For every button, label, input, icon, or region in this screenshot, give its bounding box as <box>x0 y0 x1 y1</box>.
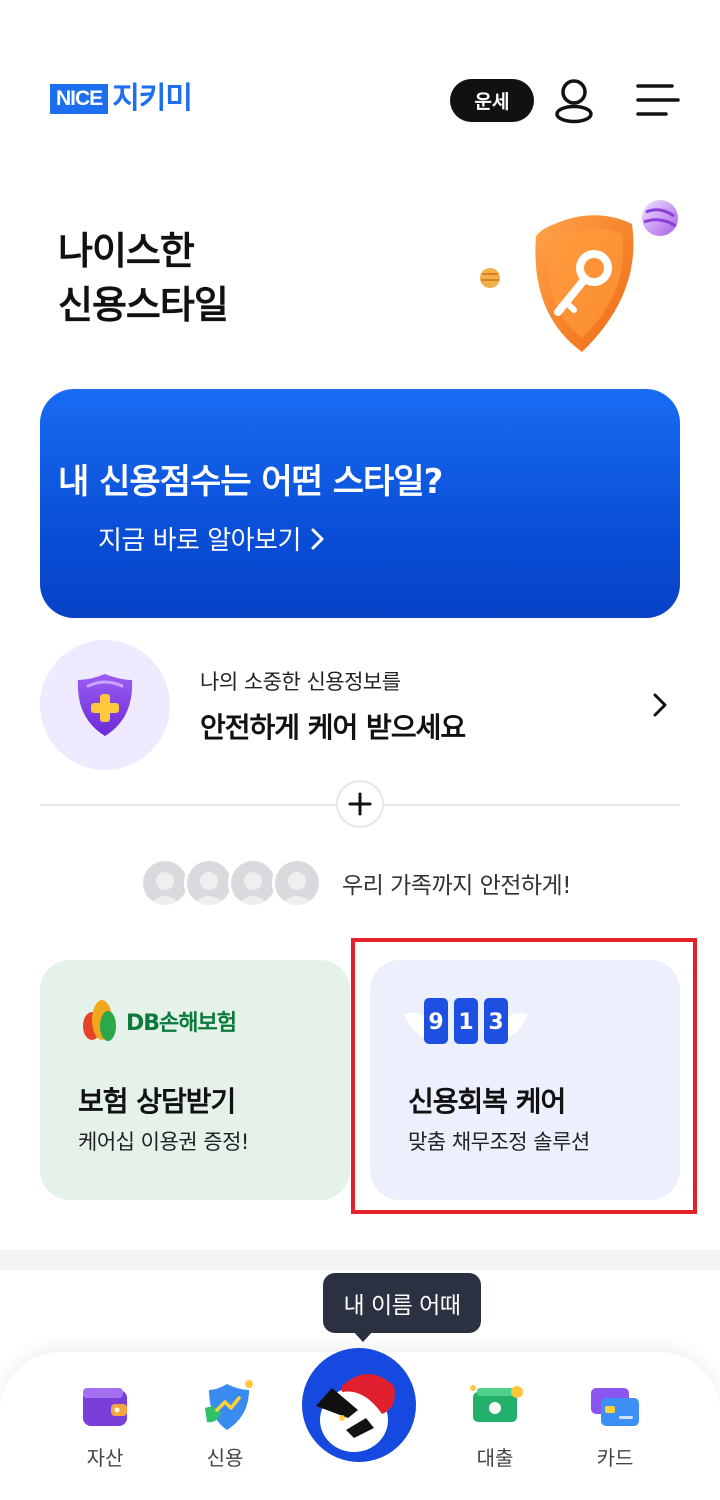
family-protection-row[interactable]: 우리 가족까지 안전하게! <box>140 856 571 910</box>
banner-title: 내 신용점수는 어떤 스타일? <box>58 462 443 502</box>
nav-label: 카드 <box>596 1446 634 1470</box>
hero-title: 나이스한 신용스타일 <box>58 224 229 332</box>
hero-title-line1: 나이스한 <box>58 229 195 273</box>
hero-title-line2: 신용스타일 <box>58 283 229 327</box>
credit-style-banner[interactable] <box>40 389 680 618</box>
user-icon[interactable] <box>552 78 596 124</box>
nav-item-card[interactable]: 카드 <box>565 1378 665 1478</box>
card-subtitle: 맞춤 채무조정 솔루션 <box>408 1130 590 1154</box>
credit-shield-icon <box>205 1380 253 1430</box>
card-title: 보험 상담받기 <box>78 1085 236 1118</box>
family-avatars <box>140 856 328 910</box>
shield-plus-icon <box>77 674 133 736</box>
cash-icon <box>470 1385 523 1422</box>
hamburger-menu-icon[interactable] <box>636 80 680 120</box>
family-avatar <box>272 858 322 908</box>
nav-label: 신용 <box>206 1446 244 1470</box>
family-avatar <box>184 858 234 908</box>
insurance-consult-card[interactable]: DB손해보험 보험 상담받기 케어십 이용권 증정! <box>40 960 350 1200</box>
shield-key-illustration <box>480 200 678 352</box>
db-brand-text: DB손해보험 <box>126 1011 237 1036</box>
credit-care-row[interactable]: 나의 소중한 신용정보를 안전하게 케어 받으세요 <box>40 640 680 770</box>
add-family-button[interactable] <box>336 780 384 828</box>
family-avatar <box>140 858 190 908</box>
nice-jikimi-logo[interactable]: NICE 지키미 <box>50 81 193 116</box>
card-icon <box>591 1388 639 1426</box>
character-avatar-icon <box>316 1374 395 1452</box>
family-text: 우리 가족까지 안전하게! <box>342 873 571 899</box>
nav-label: 대출 <box>476 1446 514 1470</box>
banner-link-text: 지금 바로 알아보기 <box>98 526 301 556</box>
name-tooltip: 내 이름 어때 <box>323 1273 481 1333</box>
care-title: 안전하게 케어 받으세요 <box>200 711 466 744</box>
chevron-right-icon <box>653 693 667 717</box>
db-logo-icon <box>83 1000 116 1041</box>
credit-recovery-card[interactable]: 9 1 3 신용회복 케어 맞춤 채무조정 솔루션 <box>370 960 680 1200</box>
card-title: 신용회복 케어 <box>408 1085 566 1118</box>
counter-digit: 1 <box>458 1010 474 1035</box>
family-avatar <box>228 858 278 908</box>
nav-item-assets[interactable]: 자산 <box>55 1378 155 1478</box>
wallet-icon <box>83 1388 127 1426</box>
counter-digit: 3 <box>488 1010 504 1035</box>
section-separator <box>0 1250 720 1270</box>
counter-digit: 9 <box>428 1010 444 1035</box>
card-subtitle: 케어십 이용권 증정! <box>78 1130 249 1154</box>
fortune-button[interactable]: 운세 <box>450 79 534 122</box>
db-insurance-logo: DB손해보험 <box>80 998 237 1044</box>
plus-icon <box>348 792 372 816</box>
nav-item-loan[interactable]: 대출 <box>445 1378 545 1478</box>
tooltip-arrow <box>352 1330 374 1342</box>
chevron-right-icon <box>311 528 324 549</box>
logo-jikimi-text: 지키미 <box>112 81 193 116</box>
banner-link[interactable]: 지금 바로 알아보기 <box>98 520 325 557</box>
care-subtitle: 나의 소중한 신용정보를 <box>200 670 401 694</box>
app-header: NICE 지키미 운세 <box>0 0 720 190</box>
nav-item-credit[interactable]: 신용 <box>175 1378 275 1478</box>
logo-nice-text: NICE <box>50 84 109 114</box>
care-icon-background <box>40 640 170 770</box>
character-center-button[interactable] <box>302 1348 416 1462</box>
nav-label: 자산 <box>86 1446 124 1470</box>
